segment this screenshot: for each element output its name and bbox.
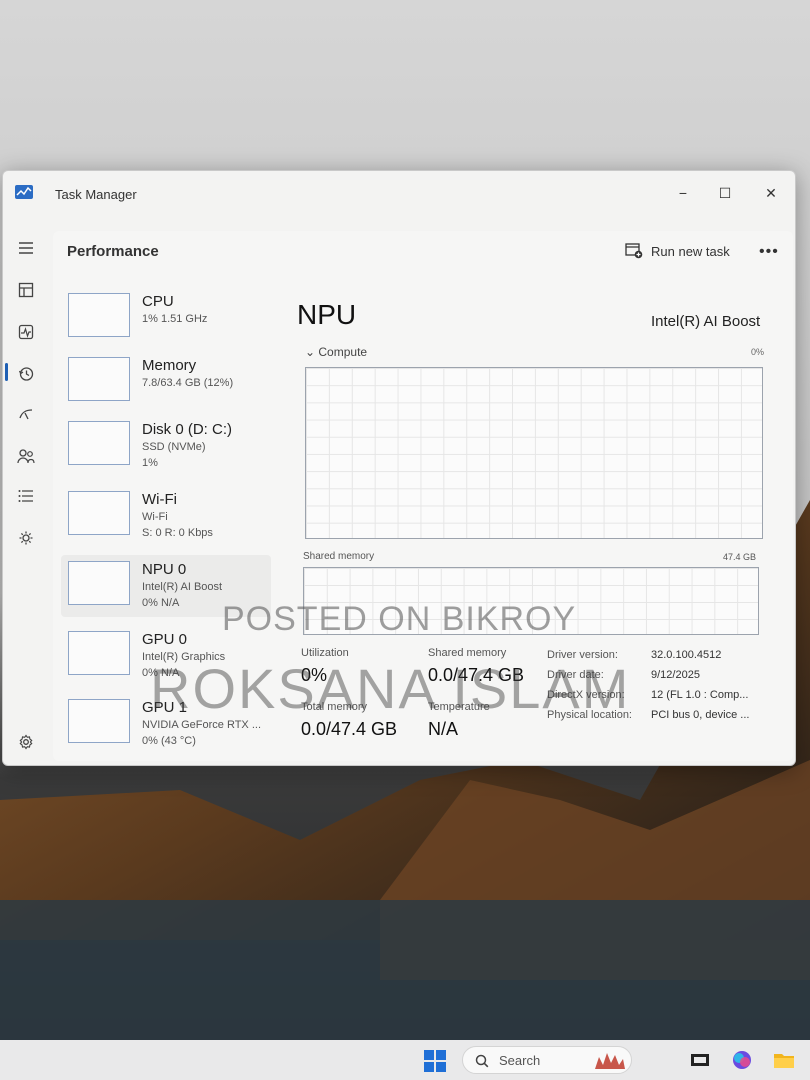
minimize-button[interactable]: − [663,179,703,207]
windows-start-icon[interactable] [424,1050,446,1072]
close-icon: ✕ [765,184,777,201]
processes-icon[interactable] [13,277,39,303]
services-icon[interactable] [13,525,39,551]
device-wifi[interactable]: Wi-Fi Wi-Fi S: 0 R: 0 Kbps [61,485,271,547]
wifi-thumbnail-graph [68,491,130,535]
title-bar: Task Manager − ☐ ✕ [3,171,795,211]
temperature-value: N/A [428,719,459,739]
close-button[interactable]: ✕ [751,179,791,207]
task-manager-app-icon [15,185,33,199]
memory-thumbnail-graph [68,357,130,401]
temperature-label: Temperature [428,701,490,713]
device-detail: 7.8/63.4 GB (12%) [142,377,234,389]
device-name: GPU 0 [142,631,188,648]
shared-memory-graph-max: 47.4 GB [723,552,757,562]
compute-label: Compute [318,345,368,359]
driver-date-label: Driver date: [547,669,604,681]
shared-memory-graph [303,567,759,635]
task-manager-window: Task Manager − ☐ ✕ Performance Run new t… [2,170,796,766]
device-gpu-1[interactable]: GPU 1 NVIDIA GeForce RTX ... 0% (43 °C) [61,693,271,755]
page-title: Performance [67,243,159,260]
device-detail: SSD (NVMe) [142,441,206,453]
settings-icon[interactable] [13,729,39,755]
device-detail: 1% 1.51 GHz [142,313,208,325]
taskbar-search[interactable]: Search [462,1046,632,1074]
shared-memory-label: Shared memory [428,647,507,659]
maximize-icon: ☐ [718,184,732,201]
device-usage: 0% (43 °C) [142,735,196,747]
device-usage: 1% [142,457,158,469]
device-detail: Wi-Fi [142,511,168,523]
device-name: CPU [142,293,174,310]
navigation-rail [3,211,49,765]
compute-dropdown[interactable]: ⌄ Compute [305,345,367,359]
cpu-thumbnail-graph [68,293,130,337]
device-name: Memory [142,357,197,374]
shared-memory-value: 0.0/47.4 GB [428,665,525,685]
device-usage: S: 0 R: 0 Kbps [142,527,213,539]
directx-version-label: DirectX version: [547,689,625,701]
device-npu-0[interactable]: NPU 0 Intel(R) AI Boost 0% N/A [61,555,271,617]
search-placeholder: Search [499,1053,541,1068]
performance-page: Performance Run new task ••• CPU 1% 1.51… [53,231,793,761]
run-new-task-label: Run new task [651,243,730,259]
run-task-icon [625,243,643,259]
physical-location-value: PCI bus 0, device ... [651,709,750,721]
device-name: Wi-Fi [142,491,177,508]
search-highlight-icon [595,1053,625,1069]
startup-apps-icon[interactable] [13,401,39,427]
gpu0-thumbnail-graph [68,631,130,675]
total-memory-value: 0.0/47.4 GB [301,719,398,739]
search-icon [475,1054,489,1068]
device-usage: 0% N/A [142,667,180,679]
compute-graph [305,367,763,539]
performance-icon[interactable] [13,319,39,345]
device-gpu-0[interactable]: GPU 0 Intel(R) Graphics 0% N/A [61,625,271,687]
minimize-icon: − [678,185,688,201]
window-title: Task Manager [55,187,137,202]
physical-location-label: Physical location: [547,709,632,721]
device-detail: Intel(R) Graphics [142,651,226,663]
device-name: NPU 0 [142,561,187,578]
utilization-label: Utilization [301,647,349,659]
device-memory[interactable]: Memory 7.8/63.4 GB (12%) [61,351,271,413]
device-detail: Intel(R) AI Boost [142,581,223,593]
copilot-icon[interactable] [730,1048,754,1072]
device-detail: NVIDIA GeForce RTX ... [142,719,261,731]
utilization-value: 0% [301,665,328,685]
device-name: GPU 1 [142,699,188,716]
more-options-button[interactable]: ••• [759,243,779,261]
device-name: Disk 0 (D: C:) [142,421,232,438]
driver-date-value: 9/12/2025 [651,669,700,681]
directx-version-value: 12 (FL 1.0 : Comp... [651,689,749,701]
taskbar: Search [0,1040,810,1080]
total-memory-label: Total memory [301,701,368,713]
app-history-icon[interactable] [13,361,39,387]
details-icon[interactable] [13,483,39,509]
device-title: NPU [297,299,357,330]
disk-thumbnail-graph [68,421,130,465]
driver-version-label: Driver version: [547,649,618,661]
device-cpu[interactable]: CPU 1% 1.51 GHz [61,287,271,349]
users-icon[interactable] [13,443,39,469]
gpu1-thumbnail-graph [68,699,130,743]
driver-version-value: 32.0.100.4512 [651,649,722,661]
shared-memory-graph-label: Shared memory [303,551,375,562]
run-new-task-button[interactable]: Run new task [625,243,730,259]
task-view-icon[interactable] [688,1048,712,1072]
compute-max-label: 0% [751,347,765,357]
maximize-button[interactable]: ☐ [705,179,745,207]
active-indicator [5,363,8,381]
device-usage: 0% N/A [142,597,180,609]
file-explorer-icon[interactable] [772,1048,796,1072]
menu-icon[interactable] [13,235,39,261]
device-disk-0[interactable]: Disk 0 (D: C:) SSD (NVMe) 1% [61,415,271,477]
device-model-name: Intel(R) AI Boost [651,313,761,330]
npu-thumbnail-graph [68,561,130,605]
